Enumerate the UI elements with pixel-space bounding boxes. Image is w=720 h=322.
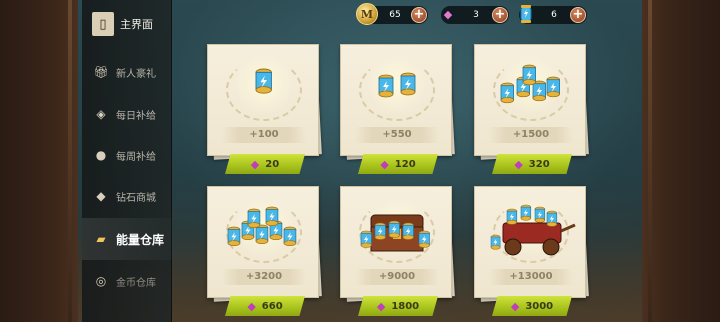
energy-pack-card[interactable]: +3200 (207, 186, 323, 302)
pack-price: 660 (261, 300, 283, 312)
diamond-shop-icon: ◆ (96, 189, 106, 203)
card-sheet: +13000 (474, 186, 586, 298)
sidebar-item-label: 能量仓库 (116, 232, 165, 247)
gem-counter: ◆ 3 + (441, 6, 509, 24)
sidebar-item-diamond-shop[interactable]: ◆ 钻石商城 (82, 176, 172, 216)
buy-pack-button[interactable]: ◆ 120 (358, 154, 438, 174)
energy-canister-icon (515, 3, 537, 25)
energy-value: 6 (551, 10, 557, 20)
sidebar-item-home[interactable]: ▯ 主界面 (82, 4, 172, 44)
sidebar-item-label: 新人豪礼 (116, 68, 156, 80)
buy-pack-button[interactable]: ◆ 320 (492, 154, 572, 174)
gem-icon: ◆ (510, 299, 520, 313)
pack-price: 20 (265, 158, 280, 170)
sidebar-item-coin-warehouse[interactable]: ◎ 金币仓库 (82, 261, 172, 301)
gem-icon: ◆ (443, 7, 453, 21)
right-wall-decoration (642, 0, 720, 322)
left-wall-decoration (0, 0, 78, 322)
canister-pile-icon (500, 64, 560, 104)
card-sheet: +9000 (340, 186, 452, 298)
canister-bundle-icon (227, 206, 297, 247)
pack-amount: +3200 (245, 271, 283, 282)
pack-amount: +13000 (509, 271, 553, 282)
pack-amount: +550 (382, 129, 412, 140)
add-energy-button[interactable]: + (570, 7, 586, 23)
sidebar-item-newbie-gift[interactable]: 🎁︎ 新人豪礼 (82, 52, 172, 92)
pack-price: 320 (528, 158, 550, 170)
energy-counter: 6 + (519, 5, 587, 24)
supply-box-icon: ◈ (96, 107, 106, 121)
sidebar-item-label: 每周补给 (116, 151, 156, 163)
gem-icon: ◆ (514, 157, 523, 171)
gem-icon: ◆ (250, 157, 260, 171)
energy-pack-card[interactable]: +550 (340, 44, 456, 160)
pack-price: 1800 (391, 300, 420, 312)
pack-amount: +100 (249, 129, 279, 140)
treasure-cart-icon (490, 204, 576, 256)
door-icon: ▯ (92, 12, 114, 36)
energy-pack-card[interactable]: +1500 (474, 44, 590, 160)
coin-counter: M 65 + (356, 3, 428, 25)
coin-value: 65 (389, 10, 401, 20)
buy-pack-button[interactable]: ◆ 20 (225, 154, 305, 174)
coin-icon: M (356, 3, 378, 25)
shop-sidebar: ▯ 主界面 🎁︎ 新人豪礼 ◈ 每日补给 ● 每周补给 ◆ 钻石商城 ▰ 能量仓… (82, 0, 172, 322)
pack-amount: +1500 (512, 129, 550, 140)
energy-warehouse-icon: ▰ (96, 232, 106, 246)
gem-icon: ◆ (376, 299, 386, 313)
add-coins-button[interactable]: + (411, 7, 427, 23)
single-canister-icon (255, 68, 272, 94)
card-sheet: +3200 (207, 186, 319, 298)
sidebar-item-daily-supply[interactable]: ◈ 每日补给 (82, 94, 172, 134)
gem-icon: ◆ (247, 299, 256, 313)
treasure-chest-icon (360, 214, 430, 252)
sidebar-item-weekly-supply[interactable]: ● 每周补给 (82, 135, 172, 175)
sidebar-item-label: 钻石商城 (116, 192, 156, 204)
card-sheet: +550 (340, 44, 452, 156)
sidebar-item-label: 金币仓库 (116, 277, 156, 289)
energy-pack-card[interactable]: +100 (207, 44, 323, 160)
gem-icon: ◆ (380, 157, 389, 171)
card-sheet: +1500 (474, 44, 586, 156)
canister-pair-icon (378, 72, 416, 98)
gift-icon: 🎁︎ (93, 65, 109, 79)
buy-pack-button[interactable]: ◆ 3000 (492, 296, 572, 316)
gem-value: 3 (473, 10, 479, 20)
buy-pack-button[interactable]: ◆ 1800 (358, 296, 438, 316)
add-gems-button[interactable]: + (492, 7, 508, 23)
sidebar-item-energy-warehouse[interactable]: ▰ 能量仓库 (82, 218, 172, 260)
sidebar-item-label: 主界面 (120, 18, 153, 31)
pack-price: 120 (394, 158, 416, 170)
energy-pack-card[interactable]: +13000 (474, 186, 590, 302)
pack-price: 3000 (525, 300, 554, 312)
pack-amount: +9000 (378, 271, 416, 282)
energy-pack-card[interactable]: +9000 (340, 186, 456, 302)
supply-bag-icon: ● (95, 148, 107, 162)
coin-warehouse-icon: ◎ (95, 274, 107, 288)
sidebar-item-label: 每日补给 (116, 110, 156, 122)
card-sheet: +100 (207, 44, 319, 156)
buy-pack-button[interactable]: ◆ 660 (225, 296, 305, 316)
